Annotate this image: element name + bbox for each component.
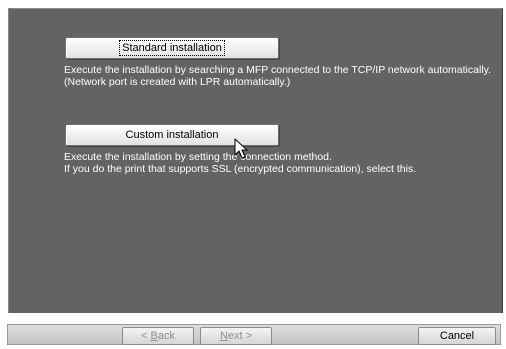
standard-installation-label: Standard installation — [119, 40, 225, 56]
back-button-rest: ack — [157, 330, 175, 342]
installer-window: Standard installation Execute the instal… — [0, 0, 506, 349]
cancel-button[interactable]: Cancel — [418, 327, 496, 345]
wizard-footer: < Back Next > Cancel — [0, 313, 506, 349]
back-button[interactable]: < Back — [122, 327, 194, 345]
custom-description-line-2: If you do the print that supports SSL (e… — [64, 163, 417, 175]
mouse-pointer-icon — [234, 138, 248, 159]
custom-description-line-1: Execute the installation by setting the … — [64, 151, 332, 163]
custom-installation-label: Custom installation — [125, 129, 219, 141]
next-button-rest: ext > — [227, 330, 253, 342]
standard-description-line-2: (Network port is created with LPR automa… — [64, 76, 291, 88]
back-button-prefix: < — [141, 330, 151, 342]
standard-installation-description: Execute the installation by searching a … — [64, 64, 504, 88]
next-button-mnemonic: N — [219, 330, 228, 342]
cancel-button-label: Cancel — [439, 330, 475, 342]
standard-installation-button[interactable]: Standard installation — [65, 37, 279, 59]
installation-options-panel: Standard installation Execute the instal… — [8, 8, 503, 313]
back-button-mnemonic: B — [150, 330, 158, 342]
next-button[interactable]: Next > — [200, 327, 272, 345]
standard-description-line-1: Execute the installation by searching a … — [64, 64, 492, 76]
custom-installation-description: Execute the installation by setting the … — [64, 151, 504, 175]
